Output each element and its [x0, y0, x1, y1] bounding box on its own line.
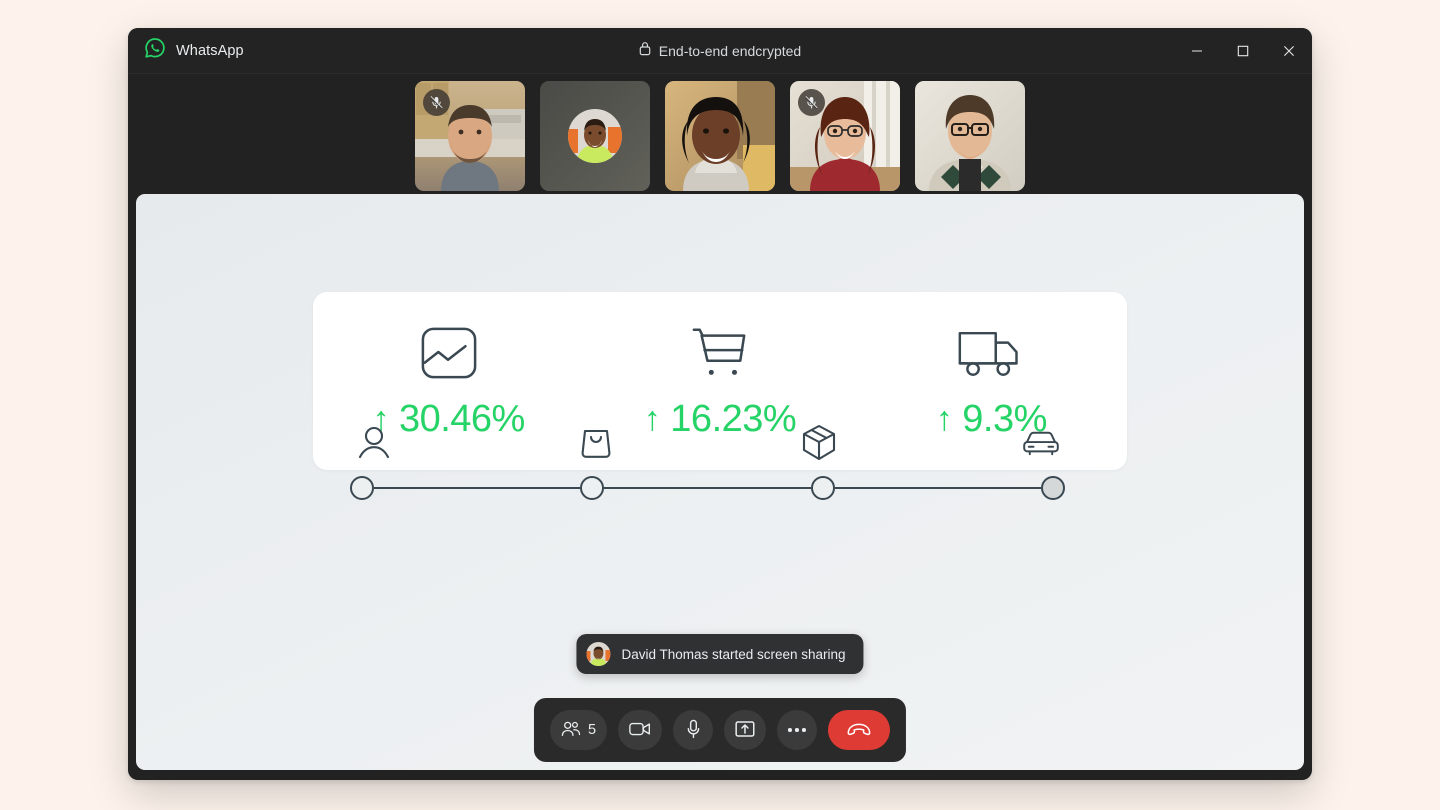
mic-off-icon [798, 89, 825, 116]
title-bar-left: WhatsApp [128, 37, 244, 64]
share-screen-icon [735, 720, 755, 741]
shopping-cart-icon [690, 322, 750, 384]
end-call-icon [846, 722, 872, 739]
window-controls [1174, 28, 1312, 73]
participant-tile[interactable] [665, 81, 775, 191]
participant-video [665, 81, 775, 191]
close-icon [1284, 45, 1294, 56]
share-screen-button[interactable] [724, 710, 767, 750]
order-progress-stepper [350, 419, 1065, 519]
title-bar: WhatsApp End-to-end endcrypted [128, 28, 1312, 74]
participant-strip [128, 74, 1312, 194]
person-icon [350, 425, 398, 461]
participant-tile[interactable] [790, 81, 900, 191]
people-icon [561, 720, 581, 741]
participants-button[interactable]: 5 [549, 710, 608, 750]
video-camera-icon [629, 721, 651, 740]
shared-screen[interactable]: ↑ 30.46% ↑ 16.23% ↑ 9.3% David Thomas st… [136, 194, 1304, 770]
car-icon [1017, 429, 1065, 457]
more-options-icon [788, 728, 806, 732]
screen-share-toast: David Thomas started screen sharing [576, 634, 864, 674]
stepper-node[interactable] [350, 476, 374, 500]
stepper-icons [350, 419, 1065, 467]
encryption-label: End-to-end endcrypted [658, 42, 802, 59]
minimize-icon [1192, 49, 1202, 52]
camera-button[interactable] [618, 710, 663, 750]
delivery-truck-icon [957, 322, 1025, 384]
maximize-button[interactable] [1220, 28, 1266, 73]
avatar [568, 109, 622, 163]
app-name: WhatsApp [176, 42, 244, 59]
package-box-icon [795, 424, 843, 462]
participant-tile[interactable] [415, 81, 525, 191]
whatsapp-window: WhatsApp End-to-end endcrypted ↑ 30.46% … [128, 28, 1312, 780]
participant-tile[interactable] [915, 81, 1025, 191]
stepper-node[interactable] [580, 476, 605, 500]
participant-tile[interactable] [540, 81, 650, 191]
participant-video [915, 81, 1025, 191]
maximize-icon [1237, 45, 1249, 56]
whatsapp-logo-icon [144, 37, 166, 64]
call-stage: ↑ 30.46% ↑ 16.23% ↑ 9.3% David Thomas st… [128, 194, 1312, 780]
image-chart-icon [420, 322, 478, 384]
toast-avatar [586, 642, 611, 666]
stepper-nodes [350, 475, 1065, 501]
mic-off-icon [423, 89, 450, 116]
encryption-indicator: End-to-end endcrypted [128, 28, 1312, 73]
end-call-button[interactable] [828, 710, 891, 750]
toast-message: David Thomas started screen sharing [621, 646, 846, 662]
stepper-node[interactable] [810, 476, 835, 500]
call-control-bar: 5 [533, 698, 907, 762]
lock-icon [639, 41, 651, 61]
more-options-button[interactable] [777, 710, 818, 750]
stepper-node[interactable] [1040, 476, 1065, 500]
close-button[interactable] [1266, 28, 1312, 73]
participants-count: 5 [587, 722, 597, 738]
microphone-button[interactable] [673, 710, 714, 750]
shopping-bag-icon [572, 426, 620, 460]
microphone-icon [685, 719, 702, 742]
minimize-button[interactable] [1174, 28, 1220, 73]
